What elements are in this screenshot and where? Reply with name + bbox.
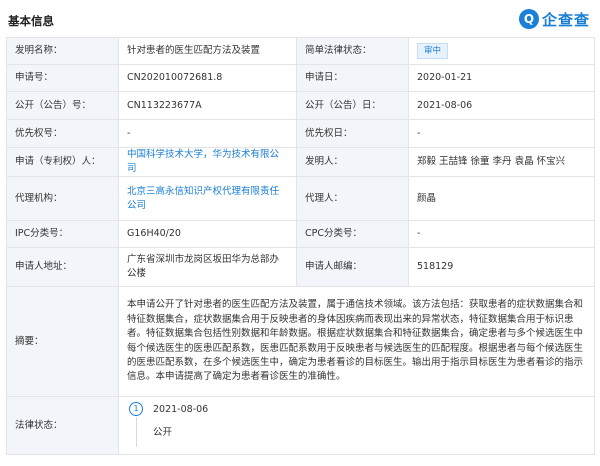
priority-number-value: - — [118, 119, 297, 148]
field-label: 简单法律状态： — [296, 37, 409, 65]
field-label: CPC分类号： — [296, 220, 409, 248]
table-row: 申请号： CN202010072681.8 申请日： 2020-01-21 — [6, 64, 595, 92]
brand-logo-group[interactable]: Q 企查查 — [518, 8, 590, 30]
field-label: IPC分类号： — [6, 220, 119, 248]
abstract-cell: 本申请公开了针对患者的医生匹配方法及装置，属于通信技术领域。该方法包括：获取患者… — [118, 286, 595, 397]
applicant-link-ustc[interactable]: 中国科学技术大学 — [127, 149, 203, 160]
applicant-separator: ， — [203, 149, 213, 160]
field-label: 优先权日： — [296, 119, 409, 148]
address-value: 广东省深圳市龙岗区坂田华为总部办公楼 — [118, 247, 297, 287]
table-row: IPC分类号： G16H40/20 CPC分类号： - — [6, 220, 595, 248]
law-status-timeline: 1 2021-08-06 公开 — [127, 398, 586, 454]
field-label: 摘要： — [6, 286, 119, 397]
table-row: 优先权号： - 优先权日： - — [6, 119, 595, 148]
law-status-cell: 1 2021-08-06 公开 — [118, 396, 595, 455]
field-label: 发明名称： — [6, 37, 119, 65]
field-label: 公开（公告）日： — [296, 91, 409, 120]
abstract-text: 本申请公开了针对患者的医生匹配方法及装置，属于通信技术领域。该方法包括：获取患者… — [127, 299, 584, 383]
applicant-cell: 中国科学技术大学，华为技术有限公司 — [118, 147, 297, 177]
table-row: 法律状态： 1 2021-08-06 公开 — [6, 396, 595, 455]
qichacha-logo-icon: Q — [518, 9, 539, 29]
table-row: 公开（公告）号： CN113223677A 公开（公告）日： 2021-08-0… — [6, 91, 595, 120]
publication-date-value: 2021-08-06 — [408, 91, 595, 120]
ipc-value: G16H40/20 — [118, 220, 297, 248]
field-label: 代理机构： — [6, 176, 119, 221]
timeline-date: 2021-08-06 — [153, 403, 209, 415]
timeline-connector — [136, 416, 137, 447]
timeline-step-number: 1 — [129, 401, 143, 416]
table-row: 摘要： 本申请公开了针对患者的医生匹配方法及装置，属于通信技术领域。该方法包括：… — [6, 286, 595, 397]
brand-name: 企查查 — [541, 10, 590, 29]
table-row: 申请（专利权）人： 中国科学技术大学，华为技术有限公司 发明人： 郑毅 王喆锋 … — [6, 147, 595, 177]
section-header: 基本信息 Q 企查查 — [0, 0, 600, 36]
application-date-value: 2020-01-21 — [408, 64, 595, 92]
postcode-value: 518129 — [408, 247, 595, 287]
field-label: 代理人： — [296, 176, 409, 221]
agency-cell: 北京三高永信知识产权代理有限责任公司 — [118, 176, 297, 221]
publication-number-value: CN113223677A — [118, 91, 297, 120]
legal-status-cell: 审中 — [408, 37, 595, 65]
field-label: 申请（专利权）人： — [6, 147, 119, 177]
basic-info-table: 发明名称： 针对患者的医生匹配方法及装置 简单法律状态： 审中 申请号： CN2… — [6, 37, 595, 455]
agency-link[interactable]: 北京三高永信知识产权代理有限责任公司 — [127, 186, 279, 211]
section-title: 基本信息 — [8, 14, 54, 28]
status-badge: 审中 — [417, 43, 449, 59]
invention-name-value: 针对患者的医生匹配方法及装置 — [118, 37, 297, 65]
inventor-value: 郑毅 王喆锋 徐童 李丹 袁晶 怀宝兴 — [408, 147, 595, 177]
field-label: 申请号： — [6, 64, 119, 92]
field-label: 公开（公告）号： — [6, 91, 119, 120]
table-row: 申请人地址： 广东省深圳市龙岗区坂田华为总部办公楼 申请人邮编： 518129 — [6, 247, 595, 287]
table-row: 代理机构： 北京三高永信知识产权代理有限责任公司 代理人： 颜晶 — [6, 176, 595, 221]
application-number-value: CN202010072681.8 — [118, 64, 297, 92]
field-label: 法律状态： — [6, 396, 119, 455]
field-label: 优先权号： — [6, 119, 119, 148]
table-row: 发明名称： 针对患者的医生匹配方法及装置 简单法律状态： 审中 — [6, 37, 595, 65]
field-label: 发明人： — [296, 147, 409, 177]
field-label: 申请人地址： — [6, 247, 119, 287]
agent-value: 颜晶 — [408, 176, 595, 221]
field-label: 申请人邮编： — [296, 247, 409, 287]
cpc-value: - — [408, 220, 595, 248]
timeline-status: 公开 — [153, 426, 173, 438]
priority-date-value: - — [408, 119, 595, 148]
field-label: 申请日： — [296, 64, 409, 92]
